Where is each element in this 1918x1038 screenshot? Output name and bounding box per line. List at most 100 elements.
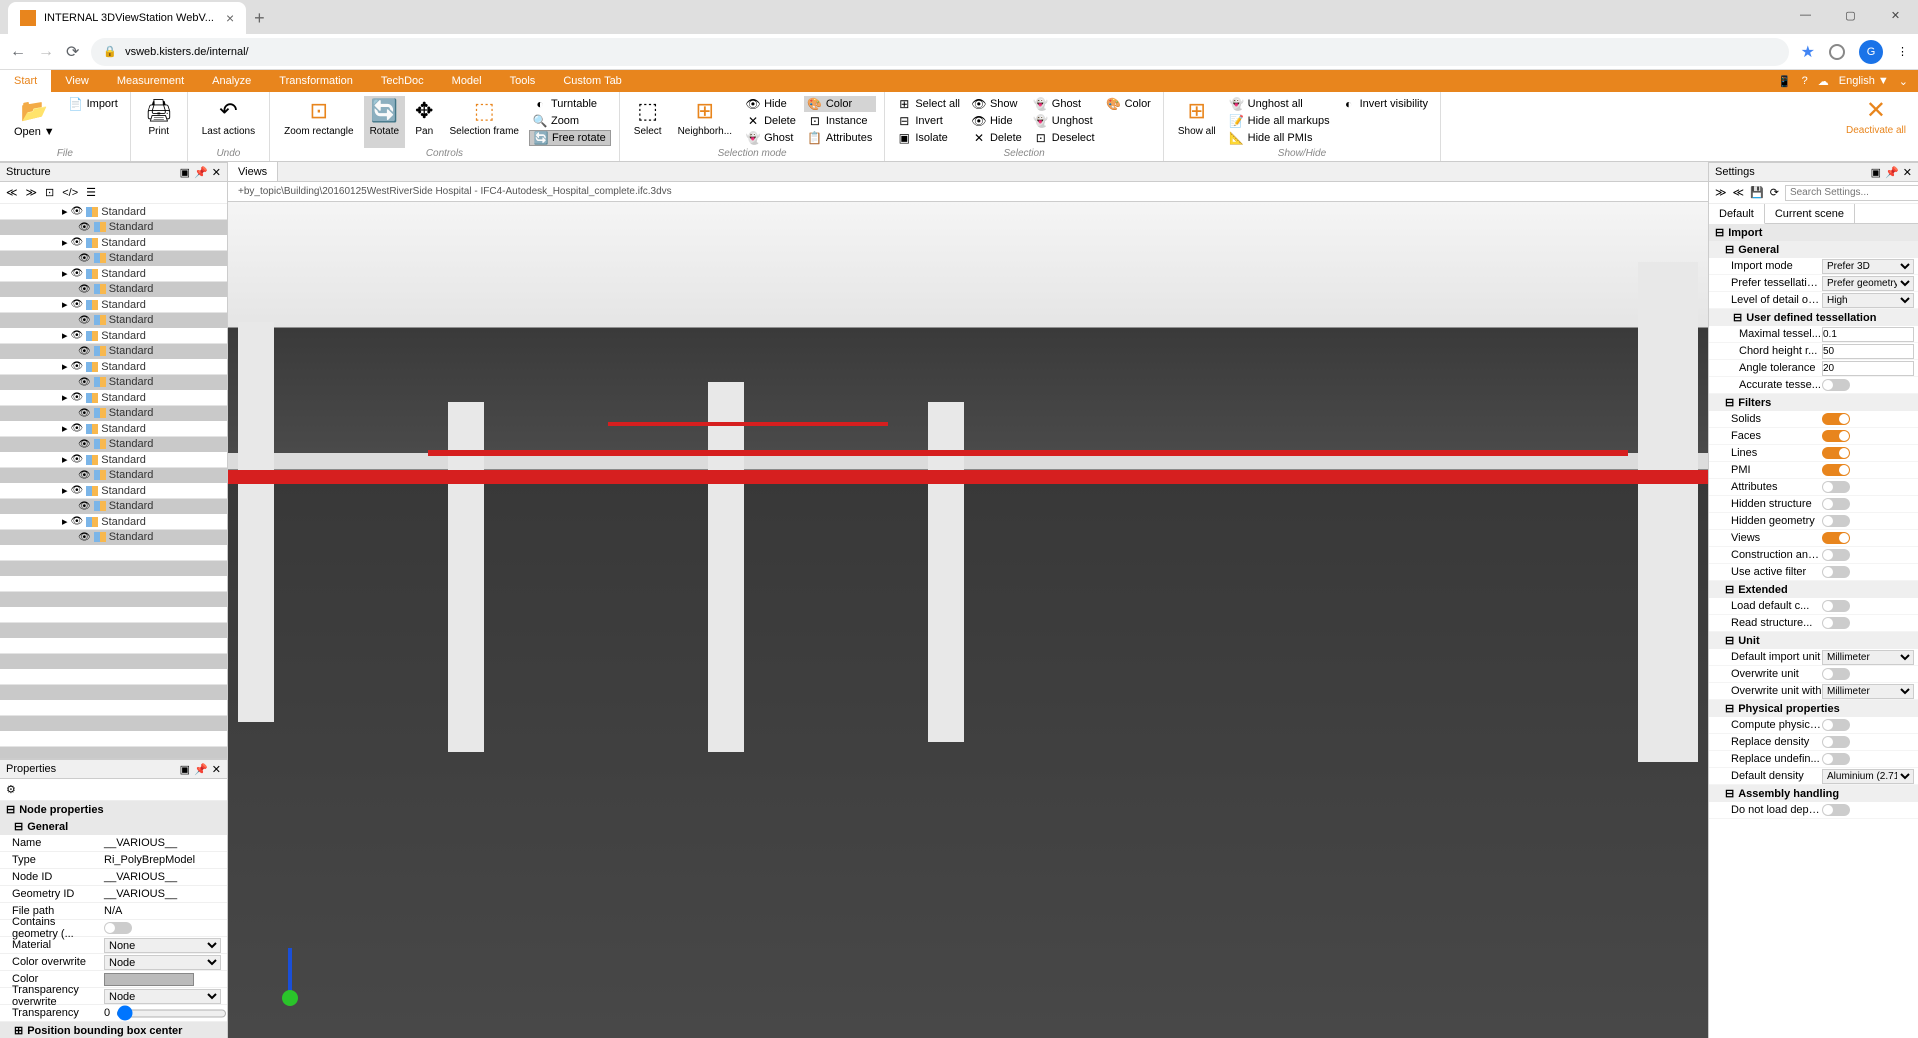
visibility-icon[interactable]: 👁 <box>71 299 84 310</box>
settings-window-icon[interactable]: ▣ <box>1871 166 1881 179</box>
tree-node-parent[interactable]: ▸👁Standard <box>0 390 227 406</box>
collapse-ribbon-icon[interactable]: ⌄ <box>1899 75 1908 88</box>
trans-ow-select[interactable]: Node <box>104 989 221 1004</box>
hide-pmis-button[interactable]: 📐Hide all PMIs <box>1226 130 1334 146</box>
tree-node-parent[interactable]: ▸👁Standard <box>0 483 227 499</box>
tree-node-parent[interactable]: ▸👁Standard <box>0 266 227 282</box>
visibility-icon[interactable]: 👁 <box>71 392 84 403</box>
visibility-icon[interactable]: 👁 <box>71 485 84 496</box>
section-node-properties[interactable]: ⊟ Node properties <box>0 801 227 818</box>
new-tab-button[interactable]: + <box>254 8 265 29</box>
def-import-unit-select[interactable]: Millimeter <box>1822 650 1914 665</box>
delete2-button[interactable]: ✕Delete <box>968 130 1026 146</box>
no-load-dep-toggle[interactable] <box>1822 804 1850 816</box>
compute-phys-toggle[interactable] <box>1822 719 1850 731</box>
expand-icon[interactable]: ▸ <box>62 236 68 249</box>
selection-frame-button[interactable]: ⬚Selection frame <box>443 96 524 148</box>
tree-node-parent[interactable]: ▸👁Standard <box>0 359 227 375</box>
visibility-icon[interactable]: 👁 <box>78 439 91 450</box>
structure-window-icon[interactable]: ▣ <box>180 166 190 179</box>
visibility-icon[interactable]: 👁 <box>71 361 84 372</box>
visibility-icon[interactable]: 👁 <box>78 253 91 264</box>
visibility-icon[interactable]: 👁 <box>71 206 84 217</box>
tree-node-child[interactable]: 👁Standard <box>0 220 227 236</box>
visibility-icon[interactable]: 👁 <box>78 501 91 512</box>
expand-icon[interactable]: ▸ <box>62 205 68 218</box>
settings-save-icon[interactable]: 💾 <box>1750 186 1764 199</box>
tree-node-child[interactable]: 👁Standard <box>0 251 227 267</box>
visibility-icon[interactable]: 👁 <box>78 408 91 419</box>
tree-node-parent[interactable]: ▸👁Standard <box>0 452 227 468</box>
acc-tess-toggle[interactable] <box>1822 379 1850 391</box>
settings-refresh-icon[interactable]: ⟳ <box>1770 186 1779 199</box>
forward-button[interactable]: → <box>38 43 54 61</box>
visibility-icon[interactable]: 👁 <box>78 222 91 233</box>
menu-tab-view[interactable]: View <box>51 70 103 92</box>
section-unit[interactable]: ⊟ Unit <box>1709 632 1918 649</box>
settings-body[interactable]: ⊟ Import ⊟ General Import modePrefer 3D … <box>1709 224 1918 1038</box>
list-icon[interactable]: ☰ <box>86 186 96 199</box>
settings-tab-scene[interactable]: Current scene <box>1765 204 1855 223</box>
minimize-button[interactable]: — <box>1783 0 1828 30</box>
def-density-select[interactable]: Aluminium (2.71 g/cm³) <box>1822 769 1914 784</box>
tree-node-child[interactable]: 👁Standard <box>0 530 227 546</box>
toggle-icon[interactable]: ⊡ <box>45 186 54 199</box>
open-button[interactable]: 📂 Open ▼ <box>8 96 61 148</box>
hide-markups-button[interactable]: 📝Hide all markups <box>1226 113 1334 129</box>
load-default-toggle[interactable] <box>1822 600 1850 612</box>
cloud-icon[interactable]: ☁ <box>1818 75 1829 88</box>
settings-search-input[interactable] <box>1785 185 1918 201</box>
tree-node-child[interactable]: 👁Standard <box>0 468 227 484</box>
contains-geom-toggle[interactable] <box>104 922 132 934</box>
axis-gizmo[interactable] <box>288 948 292 998</box>
show-all-button[interactable]: ⊞Show all <box>1172 96 1222 148</box>
visibility-icon[interactable]: 👁 <box>78 315 91 326</box>
rotate-button[interactable]: 🔄Rotate <box>364 96 405 148</box>
section-extended[interactable]: ⊟ Extended <box>1709 581 1918 598</box>
unghost-all-button[interactable]: 👻Unghost all <box>1226 96 1334 112</box>
deselect-button[interactable]: ⊡Deselect <box>1030 130 1099 146</box>
construction-toggle[interactable] <box>1822 549 1850 561</box>
invert-visibility-button[interactable]: ◐Invert visibility <box>1338 96 1432 112</box>
show-button[interactable]: 👁Show <box>968 96 1026 112</box>
section-general[interactable]: ⊟ General <box>0 818 227 835</box>
maximize-button[interactable]: ▢ <box>1828 0 1873 30</box>
structure-close-icon[interactable]: ✕ <box>212 166 221 179</box>
ow-unit-toggle[interactable] <box>1822 668 1850 680</box>
settings-pin-icon[interactable]: 📌 <box>1885 166 1899 179</box>
select-button[interactable]: ⬚Select <box>628 96 668 148</box>
bookmark-icon[interactable]: ★ <box>1801 42 1815 62</box>
expand-icon[interactable]: ▸ <box>62 484 68 497</box>
expand-icon[interactable]: ▸ <box>62 515 68 528</box>
settings-expand-icon[interactable]: ≫ <box>1715 186 1727 199</box>
lines-toggle[interactable] <box>1822 447 1850 459</box>
visibility-icon[interactable]: 👁 <box>78 346 91 357</box>
views-toggle[interactable] <box>1822 532 1850 544</box>
extension-icon[interactable] <box>1829 44 1845 60</box>
tree-node-parent[interactable]: ▸👁Standard <box>0 514 227 530</box>
replace-density-toggle[interactable] <box>1822 736 1850 748</box>
visibility-icon[interactable]: 👁 <box>78 377 91 388</box>
expand-icon[interactable]: ▸ <box>62 267 68 280</box>
language-selector[interactable]: English ▼ <box>1839 75 1889 87</box>
menu-tab-custom[interactable]: Custom Tab <box>549 70 636 92</box>
color2-button[interactable]: 🎨Color <box>1103 96 1155 112</box>
properties-pin-icon[interactable]: 📌 <box>194 763 208 776</box>
tree-node-parent[interactable]: ▸👁Standard <box>0 328 227 344</box>
ghost-button[interactable]: 👻Ghost <box>742 130 800 146</box>
delete-button[interactable]: ✕Delete <box>742 113 800 129</box>
color-swatch[interactable] <box>104 973 194 986</box>
tree-node-child[interactable]: 👁Standard <box>0 375 227 391</box>
expand-icon[interactable]: ▸ <box>62 422 68 435</box>
print-button[interactable]: 🖨Print <box>139 96 179 148</box>
hide-button[interactable]: 👁Hide <box>742 96 800 112</box>
section-import[interactable]: ⊟ Import <box>1709 224 1918 241</box>
turntable-button[interactable]: ◐Turntable <box>529 96 611 112</box>
tree-node-parent[interactable]: ▸👁Standard <box>0 235 227 251</box>
3d-viewport[interactable] <box>228 202 1708 1038</box>
tree-node-child[interactable]: 👁Standard <box>0 282 227 298</box>
neighborhood-button[interactable]: ⊞Neighborh... <box>672 96 738 148</box>
import-mode-select[interactable]: Prefer 3D <box>1822 259 1914 274</box>
help-icon[interactable]: ? <box>1802 75 1808 87</box>
material-select[interactable]: None <box>104 938 221 953</box>
